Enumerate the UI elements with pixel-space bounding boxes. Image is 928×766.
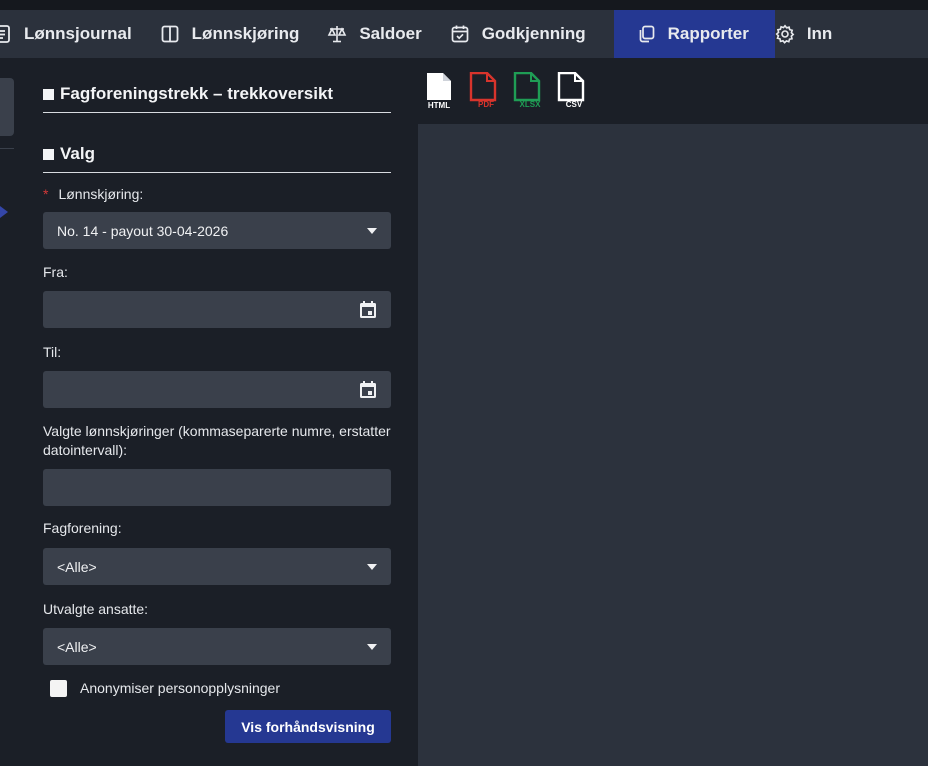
window-top-strip — [0, 0, 928, 10]
nav-label: Lønnsjournal — [24, 24, 132, 43]
payroll-run-label-text: Lønnskjøring: — [58, 186, 144, 202]
square-bullet-icon — [43, 148, 54, 160]
nav-label: Godkjenning — [481, 24, 586, 43]
nav-item-godkjenning[interactable]: Godkjenning — [450, 10, 614, 58]
export-csv-icon[interactable]: CSV — [556, 72, 586, 110]
report-preview-area — [418, 124, 928, 766]
calendar-icon[interactable] — [359, 300, 377, 319]
columns-icon — [160, 24, 180, 44]
employees-label: Utvalgte ansatte: — [43, 601, 149, 617]
section-title-valg: Valg — [43, 144, 391, 173]
sidebar-active-marker — [0, 206, 8, 218]
payroll-run-label: * Lønnskjøring: — [43, 185, 393, 204]
nav-label: Saldoer — [359, 24, 422, 43]
nav-label: Lønnskjøring — [191, 24, 300, 43]
export-toolbar: HTML PDF XLSX CSV — [418, 58, 928, 124]
anonymize-label: Anonymiser personopplysninger — [80, 680, 280, 696]
export-html-text: HTML — [428, 101, 450, 110]
preview-button[interactable]: Vis forhåndsvisning — [225, 710, 391, 743]
required-marker: * — [43, 186, 49, 202]
employees-select[interactable]: <Alle> — [43, 628, 391, 665]
document-list-icon — [0, 24, 12, 44]
caret-down-icon — [367, 563, 377, 570]
sidebar-tab[interactable] — [0, 78, 14, 136]
from-date-label: Fra: — [43, 264, 68, 280]
nav-item-innstillinger[interactable]: Inn — [775, 10, 861, 58]
to-date-label: Til: — [43, 344, 62, 360]
nav-item-lonnsjournal[interactable]: Lønnsjournal — [0, 10, 160, 58]
calendar-check-icon — [450, 24, 470, 44]
nav-item-rapporter[interactable]: Rapporter — [613, 10, 775, 58]
nav-label: Inn — [806, 24, 833, 43]
caret-down-icon — [367, 227, 377, 234]
gear-icon — [775, 24, 795, 44]
export-xlsx-icon[interactable]: XLSX — [512, 72, 542, 110]
union-value: <Alle> — [57, 558, 97, 575]
union-label: Fagforening: — [43, 520, 122, 536]
report-title-text: Fagforeningstrekk – trekkoversikt — [60, 84, 334, 103]
sidebar-divider — [0, 148, 14, 149]
nav-item-saldoer[interactable]: Saldoer — [327, 10, 449, 58]
union-select[interactable]: <Alle> — [43, 548, 391, 585]
square-bullet-icon — [43, 88, 54, 100]
anonymize-checkbox[interactable] — [50, 680, 67, 697]
scale-icon — [327, 24, 347, 44]
selected-runs-label: Valgte lønnskjøringer (kommaseparerte nu… — [43, 423, 391, 458]
left-collapsed-sidebar — [0, 58, 14, 766]
export-html-icon[interactable]: HTML — [424, 72, 454, 110]
calendar-icon[interactable] — [359, 380, 377, 399]
nav-item-lonnskjoring[interactable]: Lønnskjøring — [160, 10, 328, 58]
section-title-text: Valg — [60, 144, 95, 163]
employees-value: <Alle> — [57, 638, 97, 655]
report-title: Fagforeningstrekk – trekkoversikt — [43, 84, 391, 113]
from-date-input[interactable] — [43, 291, 391, 328]
payroll-run-value: No. 14 - payout 30-04-2026 — [57, 222, 229, 239]
selected-runs-input[interactable] — [43, 469, 391, 506]
export-pdf-text: PDF — [478, 100, 494, 109]
to-date-input[interactable] — [43, 371, 391, 408]
nav-label: Rapporter — [667, 24, 749, 43]
copy-icon — [636, 24, 656, 44]
payroll-run-select[interactable]: No. 14 - payout 30-04-2026 — [43, 212, 391, 249]
export-xlsx-text: XLSX — [520, 100, 542, 109]
caret-down-icon — [367, 643, 377, 650]
main-nav: Lønnsjournal Lønnskjøring Saldoer Godkje… — [0, 10, 928, 58]
export-pdf-icon[interactable]: PDF — [468, 72, 498, 110]
report-options-panel: Fagforeningstrekk – trekkoversikt Valg *… — [14, 58, 418, 766]
export-csv-text: CSV — [566, 100, 583, 109]
